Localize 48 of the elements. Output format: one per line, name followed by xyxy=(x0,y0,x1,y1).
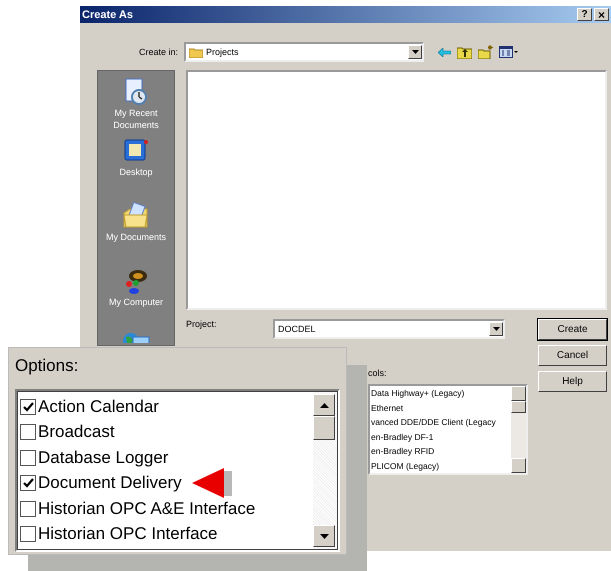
down-triangle-icon xyxy=(320,534,328,538)
close-button[interactable]: × xyxy=(594,8,609,21)
help-button[interactable]: ? xyxy=(577,8,592,21)
protocol-item[interactable]: en-Bradley RFID xyxy=(371,444,434,458)
protocol-item[interactable]: PLICOM (Legacy) xyxy=(371,458,440,473)
dialog-button[interactable]: Help xyxy=(538,371,607,392)
back-arrow-icon[interactable] xyxy=(438,48,451,56)
protocol-item[interactable]: vanced DDE/DDE Client (Legacy xyxy=(371,415,496,430)
up-folder-icon[interactable] xyxy=(457,46,472,58)
protocols-label: cols: xyxy=(368,368,388,378)
create-in-label: Create in: xyxy=(138,47,178,57)
options-list[interactable]: Action Calendar Broadcast Database Logger Document Delivery Historian OPC A&E Interface Historian OPC Interface xyxy=(15,389,340,552)
checkbox[interactable] xyxy=(20,424,36,440)
create-in-value: Projects xyxy=(206,47,239,57)
window-title: Create As xyxy=(82,8,134,20)
protocol-item[interactable]: en-Bradley DF-1 xyxy=(371,430,434,444)
protocol-item[interactable]: Data Highway+ (Legacy) xyxy=(371,386,464,400)
dialog-button[interactable]: Create xyxy=(538,319,607,340)
create-in-dropdown[interactable]: Projects xyxy=(184,42,424,62)
option-label: Action Calendar xyxy=(38,396,159,417)
checkbox[interactable] xyxy=(20,398,36,415)
new-folder-icon[interactable] xyxy=(478,45,493,59)
scrollbar[interactable] xyxy=(511,386,526,473)
checkbox[interactable] xyxy=(20,526,36,542)
folder-icon xyxy=(189,46,203,58)
option-label: Historian OPC Interface xyxy=(38,524,218,544)
protocols-list[interactable]: Data Highway+ (Legacy) Ethernet vanced DDE/DDE Client (Legacy en-Bradley DF-1 en-Bradley RFID PLICOM (Legacy) xyxy=(368,384,528,475)
places-item[interactable]: My Documents xyxy=(106,201,166,243)
checkbox[interactable] xyxy=(20,500,36,517)
scroll-thumb[interactable] xyxy=(313,416,335,440)
up-triangle-icon xyxy=(320,402,328,408)
project-field[interactable]: DOCDEL xyxy=(273,319,505,339)
view-menu-icon[interactable] xyxy=(499,46,519,58)
checkbox[interactable] xyxy=(20,475,36,492)
option-label: Broadcast xyxy=(38,422,115,442)
places-item[interactable]: My Recent Documents xyxy=(98,77,174,131)
scroll-up-button[interactable] xyxy=(313,394,335,416)
option-label: Document Delivery xyxy=(38,473,182,494)
options-title: Options: xyxy=(15,356,80,377)
option-label: Historian OPC A&E Interface xyxy=(38,498,256,519)
project-label: Project: xyxy=(186,319,218,329)
places-item[interactable]: Desktop xyxy=(119,136,153,178)
dialog-button[interactable]: Cancel xyxy=(538,345,607,366)
protocol-item[interactable]: Ethernet xyxy=(371,400,404,415)
option-label: Database Logger xyxy=(38,448,168,468)
places-item[interactable]: My Computer xyxy=(108,266,163,308)
checkbox[interactable] xyxy=(20,450,36,466)
scroll-down-button[interactable] xyxy=(313,525,335,547)
